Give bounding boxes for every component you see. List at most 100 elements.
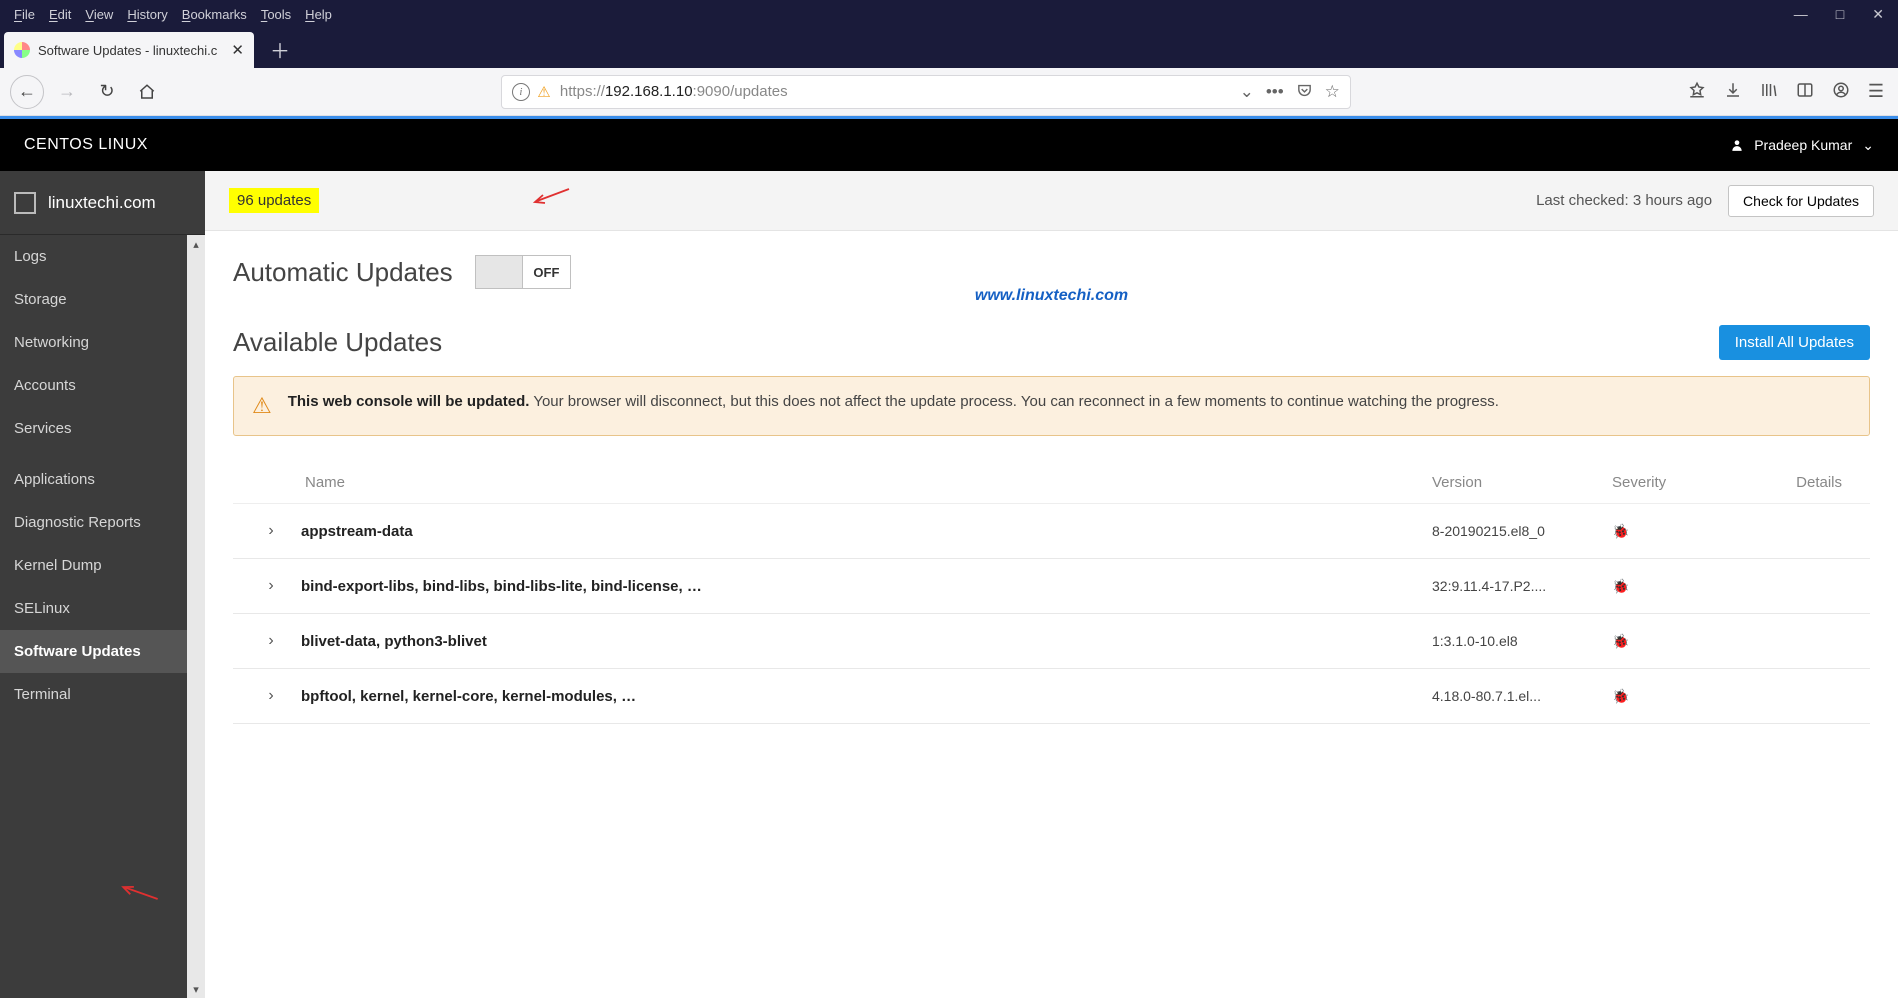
library-bookmark-icon[interactable] [1688, 81, 1706, 102]
browser-tab[interactable]: Software Updates - linuxtechi.c ✕ [4, 32, 254, 68]
window-maximize[interactable]: □ [1836, 6, 1844, 23]
table-row[interactable]: ›appstream-data8-20190215.el8_0🐞 [233, 504, 1870, 559]
sidebar-toggle-icon[interactable] [1796, 81, 1814, 102]
sidebar-item-networking[interactable]: Networking [0, 321, 205, 364]
bookmark-star-icon[interactable]: ☆ [1325, 82, 1340, 102]
nav-forward-button[interactable]: → [50, 75, 84, 109]
user-icon [1730, 138, 1744, 152]
bugfix-icon: 🐞 [1612, 578, 1752, 595]
col-version: Version [1432, 474, 1612, 491]
pkg-version: 32:9.11.4-17.P2.... [1432, 578, 1612, 594]
browser-tabbar: Software Updates - linuxtechi.c ✕ ＋ [0, 28, 1898, 68]
pkg-version: 4.18.0-80.7.1.el... [1432, 688, 1612, 704]
sidebar: linuxtechi.com LogsStorageNetworkingAcco… [0, 171, 205, 998]
watermark-text: www.linuxtechi.com [975, 287, 1128, 305]
pkg-name: bpftool, kernel, kernel-core, kernel-mod… [301, 688, 1432, 705]
url-bar[interactable]: i https://192.168.1.10:9090/updates ⌄ ••… [501, 75, 1351, 109]
bugfix-icon: 🐞 [1612, 688, 1752, 705]
automatic-updates-title: Automatic Updates [233, 257, 453, 288]
status-bar: 96 updates Last checked: 3 hours ago Che… [205, 171, 1898, 231]
pkg-version: 1:3.1.0-10.el8 [1432, 633, 1612, 649]
url-dropdown-icon[interactable]: ⌄ [1240, 82, 1254, 102]
window-minimize[interactable]: — [1794, 6, 1808, 23]
account-icon[interactable] [1832, 81, 1850, 102]
browser-menu-icon[interactable]: ☰ [1868, 81, 1884, 102]
pkg-name: appstream-data [301, 523, 1432, 540]
cockpit-brand: CENTOS LINUX [24, 136, 148, 154]
nav-reload-button[interactable]: ↻ [90, 75, 124, 109]
page-actions-icon[interactable]: ••• [1266, 82, 1284, 102]
sidebar-item-applications[interactable]: Applications [0, 458, 205, 501]
site-info-icon[interactable]: i [512, 83, 530, 101]
expand-icon[interactable]: › [241, 687, 301, 705]
pkg-version: 8-20190215.el8_0 [1432, 523, 1612, 539]
table-row[interactable]: ›bpftool, kernel, kernel-core, kernel-mo… [233, 669, 1870, 724]
host-name: linuxtechi.com [48, 193, 156, 213]
favicon-icon [14, 42, 30, 58]
table-header: Name Version Severity Details [233, 462, 1870, 504]
toggle-state-label: OFF [523, 256, 570, 288]
install-all-button[interactable]: Install All Updates [1719, 325, 1870, 360]
table-row[interactable]: ›bind-export-libs, bind-libs, bind-libs-… [233, 559, 1870, 614]
cockpit-header: CENTOS LINUX Pradeep Kumar ⌄ [0, 119, 1898, 171]
library-icon[interactable] [1760, 81, 1778, 102]
expand-icon[interactable]: › [241, 577, 301, 595]
update-warning-alert: ⚠ This web console will be updated. Your… [233, 376, 1870, 436]
user-menu[interactable]: Pradeep Kumar ⌄ [1730, 137, 1874, 154]
pkg-name: blivet-data, python3-blivet [301, 633, 1432, 650]
automatic-updates-toggle[interactable]: OFF [475, 255, 571, 289]
url-text: https://192.168.1.10:9090/updates [560, 83, 788, 100]
warning-icon: ⚠ [252, 393, 272, 419]
new-tab-button[interactable]: ＋ [254, 35, 306, 68]
host-icon [14, 192, 36, 214]
host-header[interactable]: linuxtechi.com [0, 171, 205, 235]
menu-history[interactable]: History [127, 7, 167, 22]
toggle-knob [476, 256, 524, 288]
sidebar-item-software-updates[interactable]: Software Updates [0, 630, 205, 673]
col-details: Details [1752, 474, 1862, 491]
security-warning-icon[interactable] [536, 84, 552, 100]
expand-icon[interactable]: › [241, 522, 301, 540]
expand-icon[interactable]: › [241, 632, 301, 650]
pocket-icon[interactable] [1296, 82, 1313, 102]
main-content: 96 updates Last checked: 3 hours ago Che… [205, 171, 1898, 998]
sidebar-item-kernel-dump[interactable]: Kernel Dump [0, 544, 205, 587]
bugfix-icon: 🐞 [1612, 523, 1752, 540]
tab-title: Software Updates - linuxtechi.c [38, 43, 223, 58]
browser-navbar: ← → ↻ i https://192.168.1.10:9090/update… [0, 68, 1898, 116]
downloads-icon[interactable] [1724, 81, 1742, 102]
sidebar-item-accounts[interactable]: Accounts [0, 364, 205, 407]
menu-help[interactable]: Help [305, 7, 332, 22]
updates-table: Name Version Severity Details ›appstream… [233, 462, 1870, 724]
menu-bookmarks[interactable]: Bookmarks [182, 7, 247, 22]
menu-view[interactable]: View [85, 7, 113, 22]
scroll-down-icon[interactable]: ▾ [187, 980, 205, 998]
updates-count-badge: 96 updates [229, 188, 319, 213]
menu-tools[interactable]: Tools [261, 7, 291, 22]
bugfix-icon: 🐞 [1612, 633, 1752, 650]
window-close[interactable]: ✕ [1872, 6, 1884, 23]
tab-close-icon[interactable]: ✕ [231, 41, 244, 59]
alert-text: This web console will be updated. Your b… [288, 393, 1499, 419]
menu-edit[interactable]: Edit [49, 7, 71, 22]
sidebar-item-diagnostic-reports[interactable]: Diagnostic Reports [0, 501, 205, 544]
sidebar-item-services[interactable]: Services [0, 407, 205, 450]
sidebar-scrollbar[interactable]: ▴ ▾ [187, 235, 205, 998]
col-severity: Severity [1612, 474, 1752, 491]
last-checked-text: Last checked: 3 hours ago [1536, 192, 1712, 209]
sidebar-item-storage[interactable]: Storage [0, 278, 205, 321]
available-updates-title: Available Updates [233, 327, 442, 358]
sidebar-item-selinux[interactable]: SELinux [0, 587, 205, 630]
scroll-up-icon[interactable]: ▴ [187, 235, 205, 253]
nav-back-button[interactable]: ← [10, 75, 44, 109]
check-updates-button[interactable]: Check for Updates [1728, 185, 1874, 217]
table-row[interactable]: ›blivet-data, python3-blivet1:3.1.0-10.e… [233, 614, 1870, 669]
user-name: Pradeep Kumar [1754, 137, 1852, 153]
col-name: Name [301, 474, 1432, 491]
sidebar-item-logs[interactable]: Logs [0, 235, 205, 278]
annotation-arrow-icon [531, 185, 571, 205]
menu-file[interactable]: File [14, 7, 35, 22]
os-menubar: FileEditViewHistoryBookmarksToolsHelp — … [0, 0, 1898, 28]
sidebar-item-terminal[interactable]: Terminal [0, 673, 205, 716]
nav-home-button[interactable] [130, 75, 164, 109]
